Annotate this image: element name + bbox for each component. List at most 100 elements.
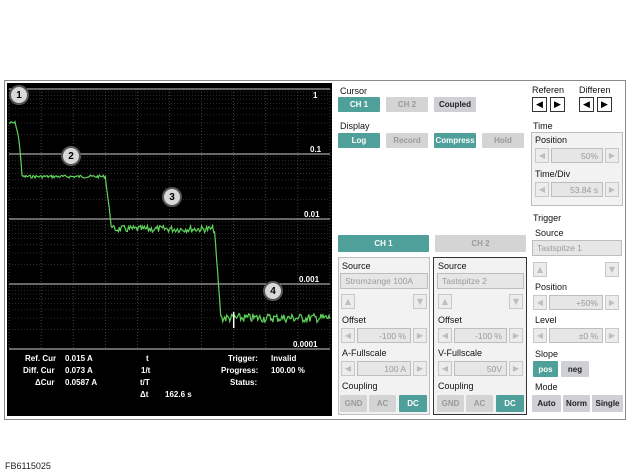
scope-screen: 1 0.1 0.01 0.001 0.0001 1 2 3 4 Ref. Cur…	[7, 83, 332, 416]
ch1-source-field[interactable]: Stromzange 100A	[340, 273, 428, 289]
ch1-offset-left-icon[interactable]: ◀	[341, 328, 355, 343]
y-label-1: 1	[313, 91, 318, 100]
slope-pos-button[interactable]: pos	[533, 361, 558, 377]
ch2-offset-left-icon[interactable]: ◀	[438, 328, 452, 343]
mode-norm-button[interactable]: Norm	[563, 395, 590, 412]
ch1-offset-field[interactable]: -100 %	[357, 328, 411, 343]
ch2-fullscale-right-icon[interactable]: ▶	[509, 361, 523, 376]
timediv-field[interactable]: 53.84 s	[551, 182, 603, 197]
ch1-down-icon[interactable]: ▼	[413, 294, 427, 309]
ref-cur-label: Ref. Cur	[25, 354, 57, 363]
y-label-0.0001: 0.0001	[293, 340, 318, 349]
delta-cur-label: ΔCur	[35, 378, 55, 387]
ch1-fullscale-right-icon[interactable]: ▶	[413, 361, 427, 376]
ch1-up-icon[interactable]: ▲	[341, 294, 355, 309]
inv-t-label: 1/t	[141, 366, 151, 375]
ch2-offset-label: Offset	[438, 315, 462, 325]
y-label-0.01: 0.01	[304, 210, 320, 219]
delta-t-value: 162.6 s	[165, 390, 192, 399]
tab-ch1[interactable]: CH 1	[338, 235, 429, 252]
status-label: Status:	[230, 378, 258, 387]
ch2-dc-button[interactable]: DC	[496, 395, 524, 412]
trigger-source-up-icon[interactable]: ▲	[533, 262, 547, 277]
display-log-button[interactable]: Log	[338, 133, 380, 148]
ch1-offset-right-icon[interactable]: ▶	[413, 328, 427, 343]
display-hold-button[interactable]: Hold	[482, 133, 524, 148]
ch2-ac-button[interactable]: AC	[466, 395, 493, 412]
marker-2: 2	[61, 146, 81, 166]
cursor-title: Cursor	[340, 86, 368, 96]
ch1-offset-label: Offset	[342, 315, 366, 325]
marker-3: 3	[162, 187, 182, 207]
delta-cur-value: 0.0587 A	[65, 378, 98, 387]
marker-1: 1	[9, 85, 29, 105]
trigger-source-field[interactable]: Tastspitze 1	[532, 240, 622, 256]
y-label-0.1: 0.1	[310, 145, 322, 154]
display-compress-button[interactable]: Compress	[434, 133, 476, 148]
t-label: t	[146, 354, 149, 363]
ch2-fullscale-left-icon[interactable]: ◀	[438, 361, 452, 376]
ch2-source-label: Source	[438, 261, 467, 271]
delta-t-label: Δt	[140, 390, 149, 399]
mode-label: Mode	[535, 382, 558, 392]
ref-prev-icon[interactable]: ◀	[532, 97, 547, 112]
trigger-position-right-icon[interactable]: ▶	[605, 295, 619, 310]
ch2-down-icon[interactable]: ▼	[509, 294, 523, 309]
cursor-coupled-button[interactable]: Coupled	[434, 97, 476, 112]
slope-label: Slope	[535, 349, 559, 359]
y-label-0.001: 0.001	[299, 275, 320, 284]
time-position-label: Position	[535, 135, 568, 145]
time-title: Time	[533, 121, 553, 131]
ch2-source-field[interactable]: Tastspitze 2	[437, 273, 524, 289]
trigger-label: Trigger:	[228, 354, 258, 363]
trigger-position-left-icon[interactable]: ◀	[533, 295, 547, 310]
ch2-fullscale-label: V-Fullscale	[438, 348, 483, 358]
trigger-title: Trigger	[533, 213, 562, 223]
time-position-right-icon[interactable]: ▶	[605, 148, 619, 163]
ch2-fullscale-field[interactable]: 50V	[454, 361, 507, 376]
mode-single-button[interactable]: Single	[592, 395, 623, 412]
trigger-position-field[interactable]: +50%	[549, 295, 603, 310]
time-position-field[interactable]: 50%	[551, 148, 603, 163]
time-position-left-icon[interactable]: ◀	[535, 148, 549, 163]
ref-cur-value: 0.015 A	[65, 354, 93, 363]
display-title: Display	[340, 121, 370, 131]
trigger-level-label: Level	[535, 315, 557, 325]
ch2-offset-right-icon[interactable]: ▶	[509, 328, 523, 343]
diff-cur-label: Diff. Cur	[23, 366, 55, 375]
slope-neg-button[interactable]: neg	[561, 361, 589, 377]
ch1-gnd-button[interactable]: GND	[340, 395, 367, 412]
ch2-offset-field[interactable]: -100 %	[454, 328, 507, 343]
trigger-level-right-icon[interactable]: ▶	[605, 328, 619, 343]
ch2-gnd-button[interactable]: GND	[437, 395, 464, 412]
marker-4: 4	[263, 281, 283, 301]
ch2-coupling-label: Coupling	[438, 381, 474, 391]
timediv-left-icon[interactable]: ◀	[535, 182, 549, 197]
diff-next-icon[interactable]: ▶	[597, 97, 612, 112]
diff-prev-icon[interactable]: ◀	[579, 97, 594, 112]
progress-label: Progress:	[221, 366, 259, 375]
timediv-label: Time/Div	[535, 169, 571, 179]
ref-next-icon[interactable]: ▶	[550, 97, 565, 112]
ch1-fullscale-left-icon[interactable]: ◀	[341, 361, 355, 376]
progress-value: 100.00 %	[271, 366, 305, 375]
cursor-ch2-button[interactable]: CH 2	[386, 97, 428, 112]
t-over-T-label: t/T	[140, 378, 150, 387]
diff-cur-value: 0.073 A	[65, 366, 93, 375]
ch2-up-icon[interactable]: ▲	[438, 294, 452, 309]
trigger-level-left-icon[interactable]: ◀	[533, 328, 547, 343]
mode-auto-button[interactable]: Auto	[532, 395, 561, 412]
cursor-ch1-button[interactable]: CH 1	[338, 97, 380, 112]
ch1-coupling-label: Coupling	[342, 381, 378, 391]
ch1-ac-button[interactable]: AC	[369, 395, 396, 412]
ch1-fullscale-field[interactable]: 100 A	[357, 361, 411, 376]
tab-ch2[interactable]: CH 2	[435, 235, 526, 252]
trigger-source-label: Source	[535, 228, 564, 238]
referen-label: Referen	[532, 85, 565, 95]
display-record-button[interactable]: Record	[386, 133, 428, 148]
timediv-right-icon[interactable]: ▶	[605, 182, 619, 197]
ch1-dc-button[interactable]: DC	[399, 395, 427, 412]
trigger-source-down-icon[interactable]: ▼	[605, 262, 619, 277]
trigger-level-field[interactable]: ±0 %	[549, 328, 603, 343]
ch1-source-label: Source	[342, 261, 371, 271]
